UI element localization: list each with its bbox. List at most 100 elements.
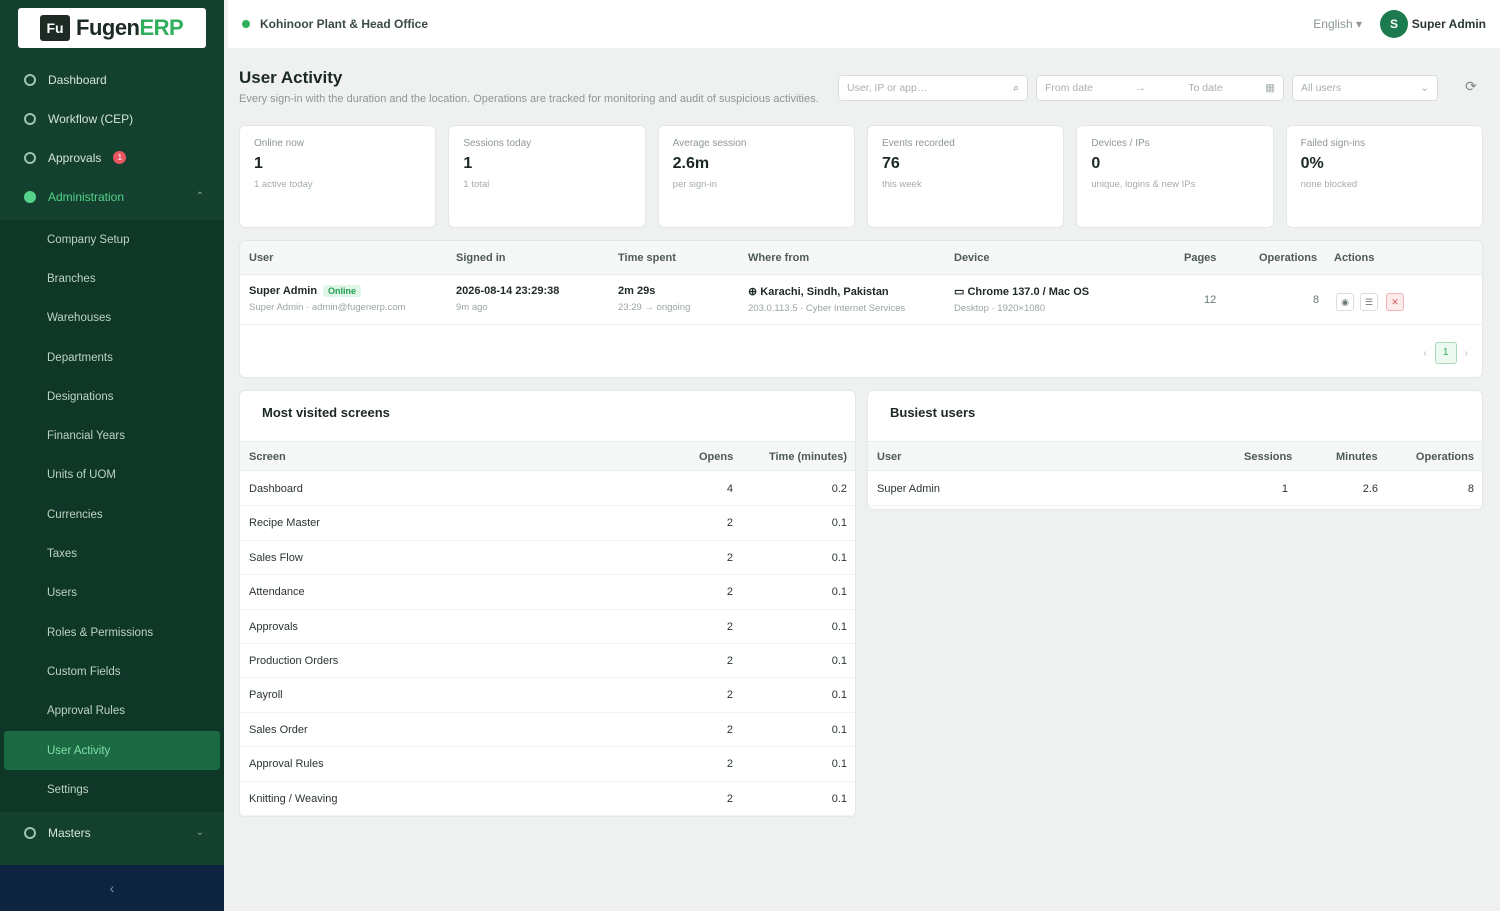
screen-name: Approvals xyxy=(249,620,298,633)
sidebar-item-label: Approvals xyxy=(48,150,102,165)
to-date-field[interactable]: To date xyxy=(1188,82,1222,94)
column-header[interactable]: Time spent xyxy=(618,252,676,264)
users-select[interactable]: All users ⌄ xyxy=(1292,75,1438,101)
sidebar-subitem[interactable]: Users xyxy=(0,574,224,613)
administration-submenu: Company Setup Branches Warehouses Departmen… xyxy=(0,220,224,812)
sidebar-item-workflow[interactable]: Workflow (CEP) xyxy=(0,99,224,138)
workflow-icon xyxy=(24,112,36,125)
globe-icon: ⊕ xyxy=(748,286,761,298)
opens-value: 2 xyxy=(726,689,733,702)
stat-card: Devices / IPs 0 unique, logins & new IPs xyxy=(1076,125,1274,228)
table-header: User Sessions Minutes Operations xyxy=(868,441,1482,471)
column-header[interactable]: Pages xyxy=(1184,252,1216,264)
chevron-up-icon: ⌃ xyxy=(195,191,204,202)
column-header[interactable]: Where from xyxy=(748,252,809,264)
column-header: Minutes xyxy=(1336,451,1378,463)
sidebar-item-approvals[interactable]: Approvals 1 xyxy=(0,138,224,177)
opens-value: 2 xyxy=(726,723,733,736)
column-header[interactable]: Signed in xyxy=(456,252,506,264)
table-row: Sales Order 2 0.1 xyxy=(240,713,855,748)
user-menu[interactable]: Super Admin xyxy=(1412,17,1486,31)
minutes-value: 0.1 xyxy=(831,517,847,530)
stat-card: Online now 1 1 active today xyxy=(239,125,437,228)
table-row[interactable]: Super Admin Online Super Admin · admin@fu… xyxy=(240,275,1482,325)
sidebar-subitem[interactable]: Financial Years xyxy=(0,416,224,455)
page-button-current[interactable]: 1 xyxy=(1434,342,1457,364)
stat-label: Average session xyxy=(672,138,747,149)
screen-name: Payroll xyxy=(249,689,283,702)
sidebar-item-administration[interactable]: Administration ⌃ xyxy=(0,177,224,216)
sidebar-item-label: Administration xyxy=(48,189,125,204)
minutes-value: 0.1 xyxy=(831,723,847,736)
sidebar-subitem[interactable]: Units of UOM xyxy=(0,456,224,495)
sidebar-item-label: Masters xyxy=(48,825,91,840)
table-row: Approvals 2 0.1 xyxy=(240,610,855,644)
column-header[interactable]: Device xyxy=(954,252,989,264)
column-header: Opens xyxy=(699,451,734,463)
table-row: Payroll 2 0.1 xyxy=(240,678,855,713)
date-range-field[interactable]: From date → To date ▦ xyxy=(1036,75,1284,101)
sidebar-subitem[interactable]: Roles & Permissions xyxy=(0,613,224,652)
sidebar-subitem[interactable]: Designations xyxy=(0,377,224,416)
admin-icon xyxy=(24,190,36,203)
page-title: User Activity xyxy=(239,68,343,87)
screen-name: Attendance xyxy=(249,586,305,599)
sidebar-item-masters[interactable]: Masters ⌄ xyxy=(0,813,224,852)
opens-value: 2 xyxy=(726,620,733,633)
stat-sub: this week xyxy=(881,179,922,190)
signed-in-cell: 2026-08-14 23:29:38 9m ago xyxy=(456,285,560,313)
sidebar-subitem[interactable]: Approval Rules xyxy=(0,692,224,731)
sidebar-subitem[interactable]: Custom Fields xyxy=(0,652,224,691)
approvals-icon xyxy=(24,151,36,164)
sidebar-subitem[interactable]: Company Setup xyxy=(0,220,224,259)
sidebar-subitem[interactable]: Branches xyxy=(0,259,224,298)
stat-card: Failed sign-ins 0% none blocked xyxy=(1285,125,1483,228)
sidebar-subitem[interactable]: User Activity xyxy=(4,730,220,771)
location-pin-icon xyxy=(242,20,250,28)
arrow-right-icon: → xyxy=(1135,82,1146,94)
sidebar-subitem[interactable]: Taxes xyxy=(0,534,224,573)
screen-name: Approval Rules xyxy=(249,758,324,771)
calendar-icon: ▦ xyxy=(1265,82,1275,94)
app-logo[interactable]: Fu FugenERP xyxy=(18,8,206,48)
column-header[interactable]: User xyxy=(249,252,273,264)
pages-cell: 12 xyxy=(1204,294,1217,306)
search-input[interactable]: User, IP or app… ⌕ xyxy=(838,75,1028,101)
monitor-icon: ▭ xyxy=(954,286,968,298)
sidebar-main-nav: Dashboard Workflow (CEP) Approvals 1 Adm… xyxy=(0,60,224,216)
details-button[interactable]: ☰ xyxy=(1360,293,1378,311)
logo-mark: Fu xyxy=(40,15,70,41)
minutes-value: 0.1 xyxy=(831,792,847,805)
sidebar-item-dashboard[interactable]: Dashboard xyxy=(0,60,224,99)
sidebar-subitem[interactable]: Currencies xyxy=(0,495,224,534)
next-page-button[interactable]: › xyxy=(1465,348,1468,359)
minutes-value: 0.1 xyxy=(831,758,847,771)
view-button[interactable]: ◉ xyxy=(1336,293,1354,311)
prev-page-button[interactable]: ‹ xyxy=(1423,348,1426,359)
company-selector[interactable]: Kohinoor Plant & Head Office xyxy=(260,17,428,31)
stat-label: Devices / IPs xyxy=(1091,138,1150,149)
sidebar-subitem[interactable]: Warehouses xyxy=(0,299,224,338)
from-date-field[interactable]: From date xyxy=(1045,82,1093,94)
sidebar-subitem[interactable]: Departments xyxy=(0,338,224,377)
column-header[interactable]: Operations xyxy=(1259,252,1317,264)
topbar: Kohinoor Plant & Head Office English ▾ S… xyxy=(228,0,1500,48)
language-selector[interactable]: English ▾ xyxy=(1313,17,1362,31)
end-session-button[interactable]: ✕ xyxy=(1386,293,1404,311)
minutes-value: 0.1 xyxy=(831,586,847,599)
stat-value: 1 xyxy=(463,155,473,172)
screen-name: Production Orders xyxy=(249,655,339,667)
table-row: Sales Flow 2 0.1 xyxy=(240,541,855,576)
sidebar-item-label: Dashboard xyxy=(48,72,107,87)
refresh-icon[interactable]: ⟳ xyxy=(1462,78,1480,96)
sidebar-subitem[interactable]: Settings xyxy=(0,770,224,809)
opens-value: 2 xyxy=(726,551,733,564)
opens-value: 2 xyxy=(726,655,733,667)
minutes-value: 0.1 xyxy=(831,655,847,667)
sidebar-collapse-button[interactable]: ‹ xyxy=(0,865,224,911)
avatar[interactable]: S xyxy=(1380,10,1408,38)
collapse-icon: ‹ xyxy=(109,880,115,896)
screen-name: Dashboard xyxy=(249,483,303,495)
table-row: Knitting / Weaving 2 0.1 xyxy=(240,782,855,816)
stat-label: Events recorded xyxy=(881,138,955,149)
